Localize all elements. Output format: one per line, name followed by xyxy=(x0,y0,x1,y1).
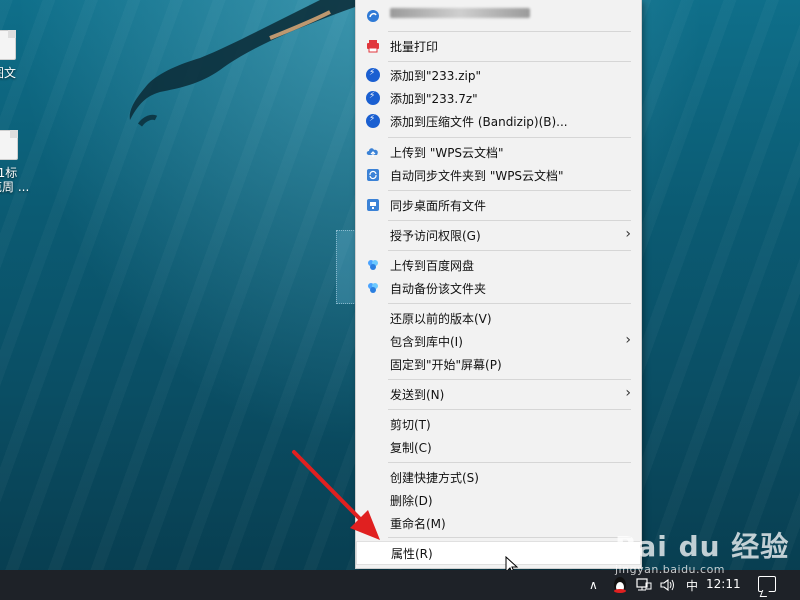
menu-item-batch-print[interactable]: 批量打印 xyxy=(356,35,641,57)
menu-item-label: 自动备份该文件夹 xyxy=(390,282,487,296)
menu-separator xyxy=(388,537,631,538)
menu-item-app[interactable] xyxy=(356,5,641,27)
menu-item-sync-wps[interactable]: 自动同步文件夹到 "WPS云文档" xyxy=(356,164,641,186)
menu-item-label: 重命名(M) xyxy=(390,517,446,531)
qq-penguin-icon[interactable] xyxy=(612,576,628,594)
desktop-file-icon[interactable]: 图文 xyxy=(0,30,28,80)
menu-item-include-library[interactable]: 包含到库中(I) › xyxy=(356,330,641,352)
menu-item-label: 上传到 "WPS云文档" xyxy=(390,146,504,160)
document-icon xyxy=(0,30,16,60)
menu-separator xyxy=(388,31,631,32)
menu-item-label: 复制(C) xyxy=(390,441,432,455)
cloud-upload-icon xyxy=(366,148,378,157)
menu-item-delete[interactable]: 删除(D) xyxy=(356,489,641,511)
menu-separator xyxy=(388,409,631,410)
desktop-file-label: 图文 xyxy=(0,66,17,80)
menu-item-label: 批量打印 xyxy=(390,40,439,54)
chevron-right-icon: › xyxy=(625,226,631,242)
menu-item-label: 上传到百度网盘 xyxy=(390,259,475,273)
menu-separator xyxy=(388,61,631,62)
menu-item-upload-wps[interactable]: 上传到 "WPS云文档" xyxy=(356,141,641,163)
menu-item-label: 授予访问权限(G) xyxy=(390,229,481,243)
menu-item-upload-baidu[interactable]: 上传到百度网盘 xyxy=(356,254,641,276)
network-icon[interactable] xyxy=(636,578,652,592)
menu-item-pin-start[interactable]: 固定到"开始"屏幕(P) xyxy=(356,353,641,375)
menu-separator xyxy=(388,137,631,138)
bandizip-icon xyxy=(366,114,380,128)
baidu-jingyan-watermark: Bai du 经验 jingyan.baidu.com xyxy=(615,525,789,576)
desktop-file-label: p1标 范周 ... xyxy=(0,166,30,194)
menu-item-label: 添加到"233.zip" xyxy=(390,69,482,83)
baidu-cloud-icon xyxy=(368,260,378,270)
context-menu: 批量打印 添加到"233.zip" 添加到"233.7z" 添加到压缩文件 (B… xyxy=(355,0,642,569)
ime-indicator[interactable]: 中 xyxy=(686,577,698,594)
menu-item-label: 自动同步文件夹到 "WPS云文档" xyxy=(390,169,564,183)
app-icon xyxy=(367,10,379,22)
menu-item-label: 剪切(T) xyxy=(390,418,431,432)
menu-item-label: 还原以前的版本(V) xyxy=(390,312,492,326)
watermark-logo: Bai du 经验 xyxy=(615,530,790,563)
printer-icon xyxy=(367,40,379,53)
menu-separator xyxy=(388,462,631,463)
bandizip-icon xyxy=(366,91,380,105)
bandizip-icon xyxy=(366,68,380,82)
menu-item-add-7z[interactable]: 添加到"233.7z" xyxy=(356,87,641,109)
menu-separator xyxy=(388,379,631,380)
menu-item-label: 发送到(N) xyxy=(390,388,445,402)
menu-item-blurred-label xyxy=(390,8,530,18)
menu-item-label: 删除(D) xyxy=(390,494,433,508)
menu-separator xyxy=(388,303,631,304)
menu-item-add-zip[interactable]: 添加到"233.zip" xyxy=(356,64,641,86)
menu-item-backup-folder[interactable]: 自动备份该文件夹 xyxy=(356,277,641,299)
menu-item-restore-versions[interactable]: 还原以前的版本(V) xyxy=(356,307,641,329)
menu-item-label: 同步桌面所有文件 xyxy=(390,199,487,213)
menu-item-sync-desktop[interactable]: 同步桌面所有文件 xyxy=(356,194,641,216)
menu-item-label: 添加到压缩文件 (Bandizip)(B)... xyxy=(390,115,568,129)
menu-item-send-to[interactable]: 发送到(N) › xyxy=(356,383,641,405)
menu-item-create-shortcut[interactable]: 创建快捷方式(S) xyxy=(356,466,641,488)
menu-separator xyxy=(388,190,631,191)
sync-icon xyxy=(367,169,379,181)
menu-item-cut[interactable]: 剪切(T) xyxy=(356,413,641,435)
chevron-right-icon: › xyxy=(625,385,631,401)
menu-separator xyxy=(388,220,631,221)
menu-item-copy[interactable]: 复制(C) xyxy=(356,436,641,458)
baidu-cloud-icon xyxy=(368,283,378,293)
chevron-right-icon: › xyxy=(625,332,631,348)
menu-separator xyxy=(388,250,631,251)
menu-item-label: 包含到库中(I) xyxy=(390,335,463,349)
chevron-up-icon[interactable]: ∧ xyxy=(589,570,598,600)
wallpaper-swimmer-image xyxy=(129,0,358,127)
clock[interactable]: 12:11 xyxy=(706,577,741,591)
menu-item-label: 属性(R) xyxy=(391,547,433,561)
menu-item-properties[interactable]: 属性(R) xyxy=(356,541,641,565)
volume-icon[interactable] xyxy=(660,578,676,592)
document-icon xyxy=(0,130,18,160)
menu-item-label: 创建快捷方式(S) xyxy=(390,471,479,485)
desktop-file-icon[interactable]: p1标 范周 ... xyxy=(0,130,30,194)
menu-item-add-archive[interactable]: 添加到压缩文件 (Bandizip)(B)... xyxy=(356,110,641,132)
menu-item-label: 固定到"开始"屏幕(P) xyxy=(390,358,502,372)
menu-item-label: 添加到"233.7z" xyxy=(390,92,478,106)
desktop-sync-icon xyxy=(367,199,379,211)
menu-item-rename[interactable]: 重命名(M) xyxy=(356,512,641,534)
notification-icon[interactable] xyxy=(758,576,776,592)
menu-item-grant-access[interactable]: 授予访问权限(G) › xyxy=(356,224,641,246)
